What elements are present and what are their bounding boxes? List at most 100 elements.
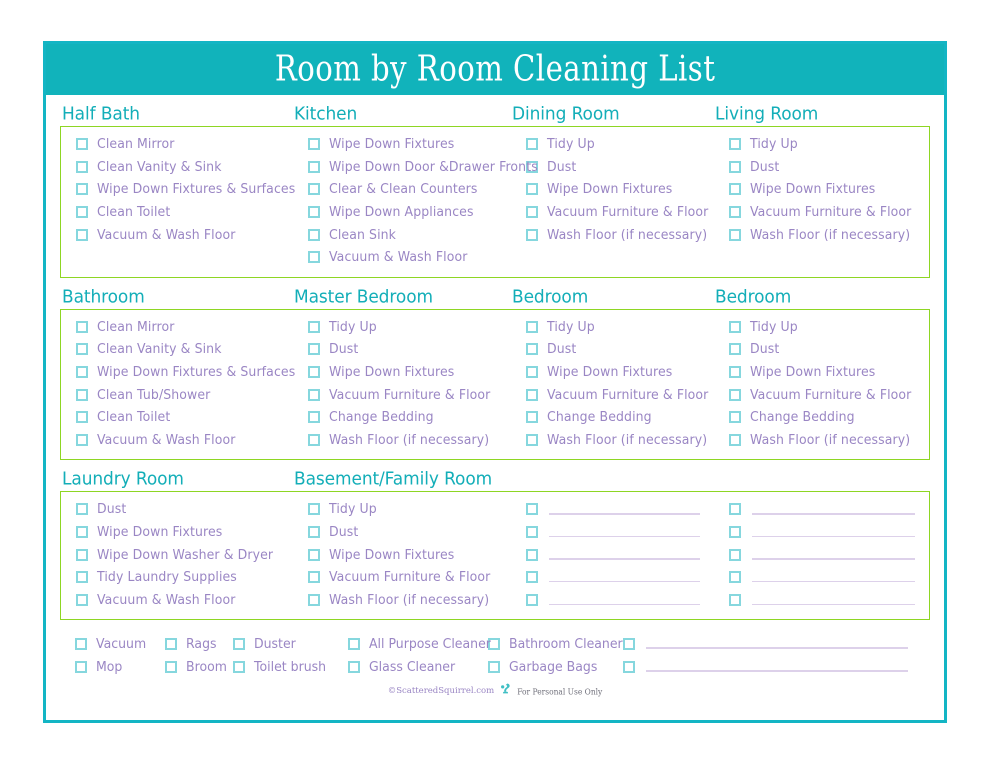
checklist-item[interactable]: Vacuum Furniture & Floor	[716, 201, 929, 224]
checkbox-icon[interactable]	[233, 637, 245, 650]
checkbox-icon[interactable]	[76, 343, 88, 356]
checklist-item[interactable]: Dust	[63, 498, 293, 521]
checkbox-icon[interactable]	[526, 433, 538, 446]
checklist-item[interactable]: Dust	[716, 156, 929, 179]
checklist-item[interactable]: Dust	[295, 338, 511, 361]
checklist-item[interactable]: Vacuum Furniture & Floor	[513, 383, 714, 406]
checklist-item[interactable]: Wipe Down Fixtures	[513, 361, 714, 384]
checkbox-icon[interactable]	[526, 228, 538, 241]
checklist-item[interactable]: Change Bedding	[295, 406, 511, 429]
checkbox-icon[interactable]	[526, 388, 538, 401]
checkbox-icon[interactable]	[76, 160, 88, 173]
write-in-item[interactable]	[716, 521, 929, 544]
checklist-item[interactable]: Vacuum Furniture & Floor	[295, 566, 511, 589]
write-in-line[interactable]	[549, 558, 700, 560]
checkbox-icon[interactable]	[76, 183, 88, 196]
checklist-item[interactable]: Wash Floor (if necessary)	[295, 429, 511, 452]
checklist-item[interactable]: Wipe Down Fixtures	[716, 178, 929, 201]
supply-item[interactable]: Rags	[165, 632, 233, 655]
checkbox-icon[interactable]	[526, 526, 538, 539]
checklist-item[interactable]: Dust	[716, 338, 929, 361]
checklist-item[interactable]: Dust	[295, 521, 511, 544]
checklist-item[interactable]: Wipe Down Fixtures & Surfaces	[63, 178, 295, 201]
write-in-line[interactable]	[752, 603, 915, 606]
write-in-line[interactable]	[549, 513, 700, 515]
checkbox-icon[interactable]	[308, 366, 320, 379]
write-in-line[interactable]	[646, 670, 908, 672]
checkbox-icon[interactable]	[729, 138, 741, 151]
supply-item[interactable]: Garbage Bags	[488, 655, 623, 678]
checklist-item[interactable]: Tidy Laundry Supplies	[63, 566, 293, 589]
supply-item[interactable]: Duster	[233, 632, 348, 655]
checkbox-icon[interactable]	[526, 411, 538, 424]
write-in-line[interactable]	[646, 647, 908, 649]
checklist-item[interactable]: Wipe Down Washer & Dryer	[63, 543, 293, 566]
checkbox-icon[interactable]	[729, 228, 741, 241]
checklist-item[interactable]: Vacuum Furniture & Floor	[295, 383, 511, 406]
checkbox-icon[interactable]	[729, 160, 741, 173]
checkbox-icon[interactable]	[729, 343, 741, 356]
write-in-line[interactable]	[549, 603, 700, 606]
supply-write-in-item[interactable]	[623, 632, 930, 655]
checklist-item[interactable]: Wipe Down Fixtures	[295, 543, 511, 566]
checkbox-icon[interactable]	[308, 183, 320, 196]
checkbox-icon[interactable]	[526, 183, 538, 196]
checkbox-icon[interactable]	[308, 228, 320, 241]
checkbox-icon[interactable]	[308, 593, 320, 606]
checkbox-icon[interactable]	[76, 228, 88, 241]
supply-write-in-item[interactable]	[623, 655, 930, 678]
write-in-line[interactable]	[752, 558, 915, 560]
checkbox-icon[interactable]	[308, 526, 320, 539]
checkbox-icon[interactable]	[165, 660, 177, 673]
checkbox-icon[interactable]	[526, 571, 538, 584]
checklist-item[interactable]: Wipe Down Fixtures	[295, 133, 511, 156]
checkbox-icon[interactable]	[308, 138, 320, 151]
checkbox-icon[interactable]	[308, 411, 320, 424]
checkbox-icon[interactable]	[308, 343, 320, 356]
checkbox-icon[interactable]	[233, 660, 245, 673]
checklist-item[interactable]: Clean Tub/Shower	[63, 383, 293, 406]
checklist-item[interactable]: Wipe Down Door &Drawer Fronts	[295, 156, 538, 179]
checkbox-icon[interactable]	[308, 206, 320, 219]
checkbox-icon[interactable]	[75, 637, 87, 650]
checkbox-icon[interactable]	[308, 388, 320, 401]
checkbox-icon[interactable]	[729, 411, 741, 424]
checkbox-icon[interactable]	[348, 637, 360, 650]
write-in-item[interactable]	[513, 566, 714, 589]
supply-item[interactable]: Glass Cleaner	[348, 655, 488, 678]
write-in-item[interactable]	[716, 566, 929, 589]
checkbox-icon[interactable]	[729, 366, 741, 379]
checklist-item[interactable]: Tidy Up	[513, 316, 714, 339]
checkbox-icon[interactable]	[76, 206, 88, 219]
checkbox-icon[interactable]	[76, 411, 88, 424]
checkbox-icon[interactable]	[526, 548, 538, 561]
write-in-item[interactable]	[716, 543, 929, 566]
checklist-item[interactable]: Vacuum Furniture & Floor	[513, 201, 714, 224]
supply-item[interactable]: Vacuum	[75, 632, 165, 655]
checklist-item[interactable]: Wash Floor (if necessary)	[513, 223, 714, 246]
checkbox-icon[interactable]	[729, 526, 741, 539]
checkbox-icon[interactable]	[76, 548, 88, 561]
write-in-item[interactable]	[716, 498, 929, 521]
checklist-item[interactable]: Tidy Up	[295, 498, 511, 521]
supply-item[interactable]: Mop	[75, 655, 165, 678]
checkbox-icon[interactable]	[729, 433, 741, 446]
checkbox-icon[interactable]	[308, 320, 320, 333]
write-in-item[interactable]	[513, 543, 714, 566]
checkbox-icon[interactable]	[76, 366, 88, 379]
checkbox-icon[interactable]	[76, 503, 88, 516]
checkbox-icon[interactable]	[308, 548, 320, 561]
supply-item[interactable]: Broom	[165, 655, 233, 678]
write-in-item[interactable]	[513, 589, 714, 612]
checkbox-icon[interactable]	[308, 503, 320, 516]
checkbox-icon[interactable]	[526, 366, 538, 379]
checkbox-icon[interactable]	[729, 503, 741, 516]
checkbox-icon[interactable]	[526, 206, 538, 219]
checklist-item[interactable]: Clear & Clean Counters	[295, 178, 511, 201]
checkbox-icon[interactable]	[729, 571, 741, 584]
checklist-item[interactable]: Wash Floor (if necessary)	[716, 429, 929, 452]
checkbox-icon[interactable]	[308, 571, 320, 584]
checklist-item[interactable]: Wash Floor (if necessary)	[295, 589, 511, 612]
checkbox-icon[interactable]	[729, 388, 741, 401]
write-in-line[interactable]	[752, 535, 915, 538]
